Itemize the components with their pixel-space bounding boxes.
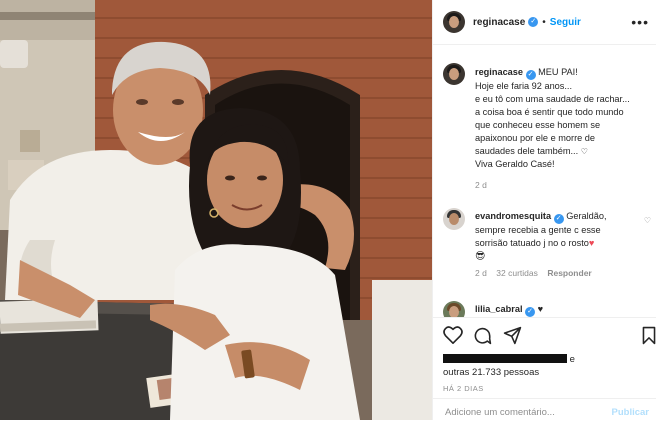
- verified-icon: ✓: [528, 17, 539, 27]
- share-icon[interactable]: [503, 326, 522, 345]
- post-side-panel: reginacase ✓ • Seguir ••• reginacase ✓ M…: [432, 0, 656, 420]
- comment-icon[interactable]: [473, 326, 492, 345]
- separator-dot: •: [542, 16, 546, 28]
- comment-text: evandromesquita ✓ Geraldão, sempre receb…: [475, 210, 643, 280]
- caption-text: reginacase ✓ MEU PAI! Hoje ele faria 92 …: [475, 66, 643, 192]
- post-date: HÁ 2 DIAS: [443, 384, 484, 393]
- redacted-liker-names: [443, 354, 567, 363]
- likes-conjunction: e: [569, 354, 575, 365]
- more-options-icon[interactable]: •••: [631, 15, 649, 29]
- save-icon[interactable]: [641, 326, 656, 345]
- commenter-username[interactable]: lilia_cabral: [475, 304, 523, 314]
- comments-list[interactable]: reginacase ✓ MEU PAI! Hoje ele faria 92 …: [433, 45, 656, 317]
- photo-illustration: [0, 0, 432, 420]
- commenter-avatar[interactable]: [443, 301, 465, 317]
- caption-line: saudades dele também...: [475, 146, 579, 156]
- post-actions: e outras 21.733 pessoas HÁ 2 DIAS Public…: [433, 317, 656, 421]
- verified-icon: ✓: [553, 214, 564, 224]
- heart-outline-emoji: ♡: [580, 147, 588, 156]
- caption-line: que conheceu esse homem se: [475, 120, 601, 130]
- red-heart-emoji: ♥: [588, 238, 595, 248]
- comment-line: Geraldão,: [566, 211, 607, 221]
- likes-summary[interactable]: e outras 21.733 pessoas: [443, 354, 575, 378]
- comment-line: sempre recebia a gente c esse: [475, 225, 601, 235]
- commenter-avatar[interactable]: [443, 208, 465, 230]
- comment-line: sorrisão tatuado j no o rosto: [475, 238, 589, 248]
- publish-button[interactable]: Publicar: [612, 407, 650, 418]
- author-avatar[interactable]: [443, 11, 465, 33]
- likes-count[interactable]: outras 21.733 pessoas: [443, 367, 575, 378]
- comment-like-icon[interactable]: ♡: [644, 216, 651, 225]
- caption-line: Hoje ele faria 92 anos...: [475, 81, 573, 91]
- caption-line: a coisa boa é sentir que todo mundo: [475, 107, 624, 117]
- caption-last-line: Viva Geraldo Casé!: [475, 159, 555, 169]
- reply-button[interactable]: Responder: [547, 268, 591, 278]
- comment-line: ♥: [537, 304, 544, 314]
- commenter-username[interactable]: evandromesquita: [475, 211, 551, 221]
- comment-likes[interactable]: 32 curtidas: [496, 268, 538, 278]
- post-header: reginacase ✓ • Seguir •••: [433, 0, 656, 45]
- caption-line: apaixonou por ele e morre de: [475, 133, 596, 143]
- sunglasses-emoji: 😎: [475, 251, 486, 262]
- author-username[interactable]: reginacase: [473, 17, 525, 28]
- comment-text: lilia_cabral ✓ ♥: [475, 303, 643, 317]
- verified-icon: ✓: [525, 70, 536, 80]
- comment-time: 2 d: [475, 268, 487, 278]
- like-icon[interactable]: [443, 326, 463, 344]
- comment-input[interactable]: [443, 406, 597, 419]
- follow-button[interactable]: Seguir: [550, 17, 581, 28]
- add-comment-bar: Publicar: [433, 398, 656, 439]
- caption-line: e eu tô com uma saudade de rachar...: [475, 94, 630, 104]
- post-photo[interactable]: [0, 0, 432, 420]
- verified-icon: ✓: [525, 307, 536, 317]
- caption-avatar[interactable]: [443, 63, 465, 85]
- caption-first-line: MEU PAI!: [535, 67, 578, 77]
- caption-time: 2 d: [475, 180, 487, 190]
- caption-username[interactable]: reginacase: [475, 67, 523, 77]
